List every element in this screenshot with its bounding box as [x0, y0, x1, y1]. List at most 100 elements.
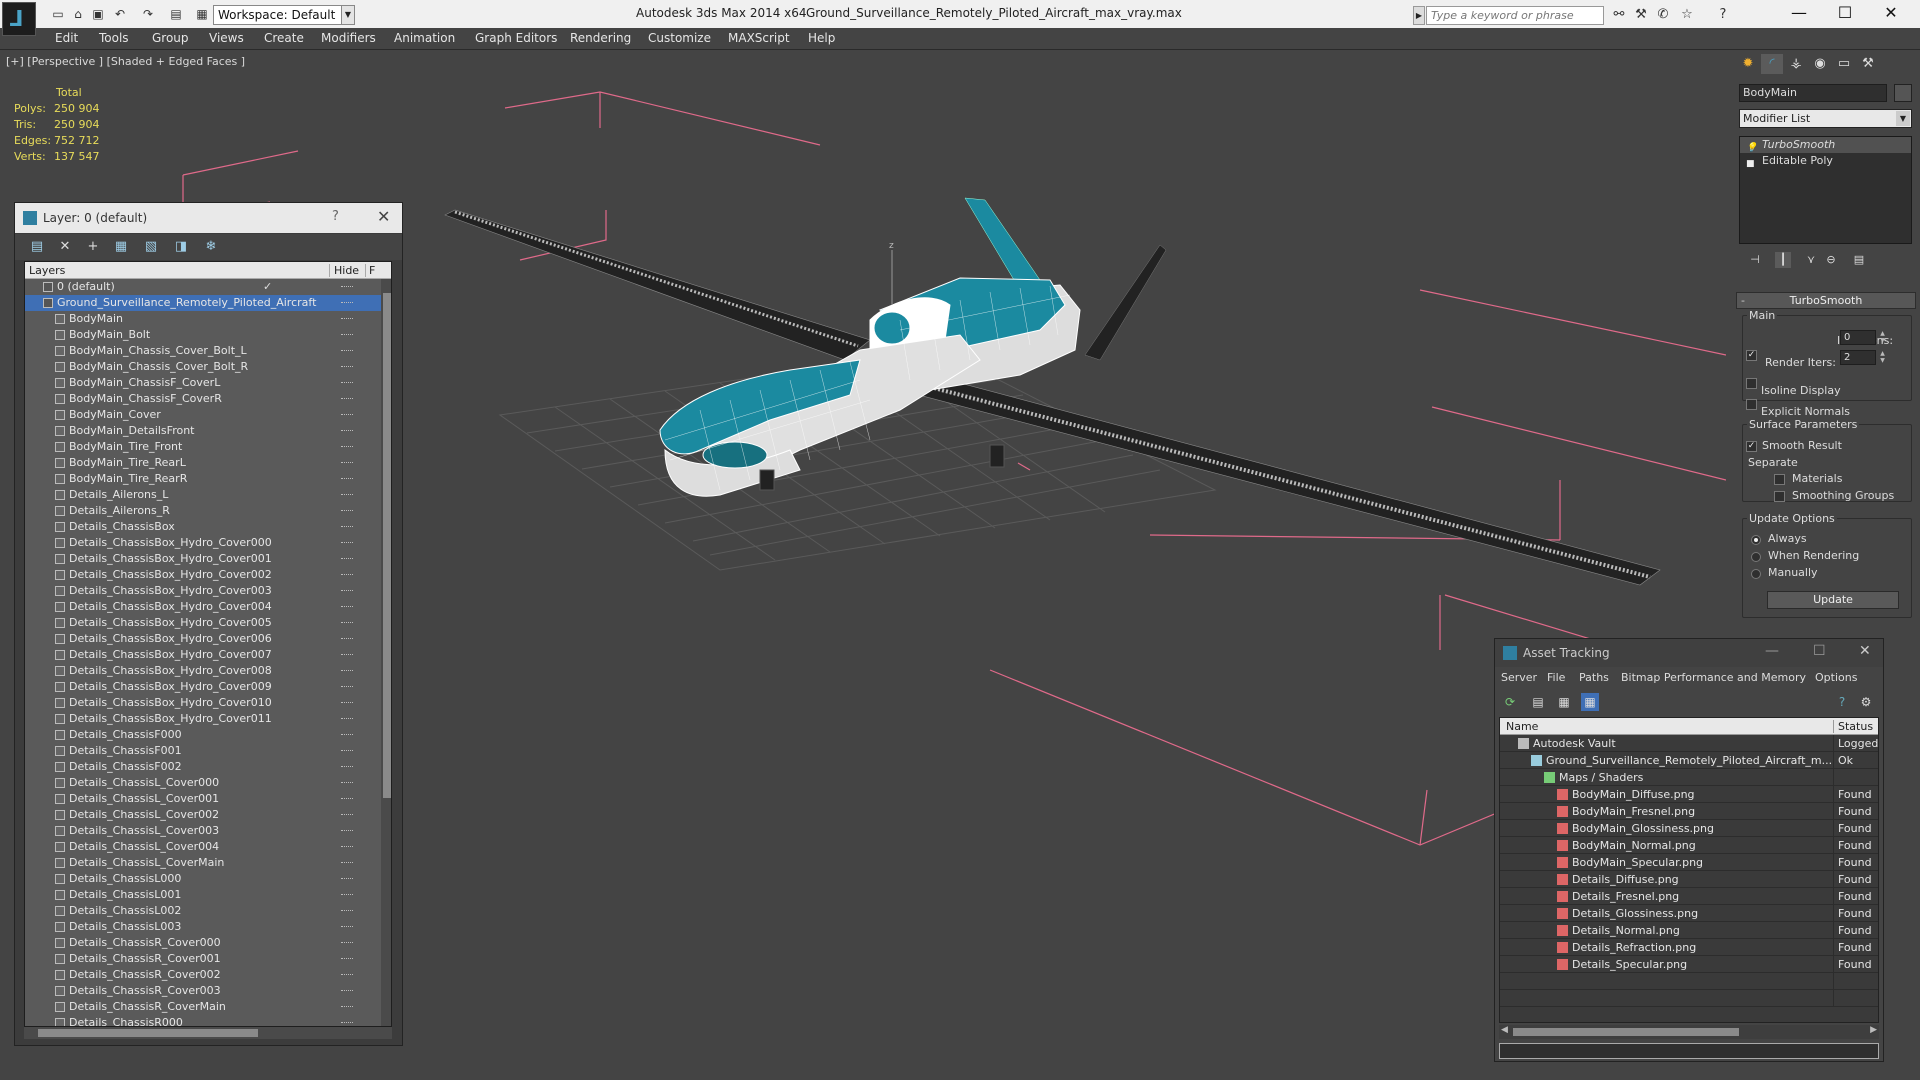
redo-icon[interactable]: ↷: [140, 6, 156, 22]
app-menu-button[interactable]: ⅃: [2, 2, 36, 36]
object-row[interactable]: Details_ChassisR000: [25, 1015, 381, 1026]
layer-window-titlebar[interactable]: Layer: 0 (default) ? ✕: [15, 203, 402, 233]
help-icon[interactable]: ?: [332, 209, 339, 224]
object-row[interactable]: Details_ChassisL000: [25, 871, 381, 887]
delete-layer-icon[interactable]: ✕: [57, 239, 73, 255]
smooth-result-checkbox[interactable]: ✓: [1746, 441, 1757, 452]
hide-toggle[interactable]: [341, 894, 353, 896]
remove-modifier-icon[interactable]: ⊖: [1823, 252, 1839, 268]
chevron-down-icon[interactable]: ▼: [341, 5, 355, 25]
create-tab-icon[interactable]: ✹: [1737, 54, 1759, 74]
hide-toggle[interactable]: [341, 398, 353, 400]
motion-tab-icon[interactable]: ◉: [1809, 54, 1831, 74]
maximize-button[interactable]: ☐: [1822, 0, 1868, 28]
column-name[interactable]: Name: [1506, 720, 1538, 733]
hide-toggle[interactable]: [341, 734, 353, 736]
menu-views[interactable]: Views: [209, 31, 244, 45]
close-button[interactable]: ✕: [1868, 0, 1914, 28]
search-input[interactable]: Type a keyword or phrase: [1426, 6, 1604, 25]
hide-toggle[interactable]: [341, 574, 353, 576]
hide-toggle[interactable]: [341, 830, 353, 832]
hide-toggle[interactable]: [341, 510, 353, 512]
hide-toggle[interactable]: [341, 334, 353, 336]
hide-toggle[interactable]: [341, 1022, 353, 1024]
asset-row[interactable]: Ground_Surveillance_Remotely_Piloted_Air…: [1500, 752, 1878, 769]
project-folder-icon[interactable]: ▤: [168, 6, 184, 22]
object-row[interactable]: Details_ChassisL003: [25, 919, 381, 935]
hide-toggle[interactable]: [341, 942, 353, 944]
object-row[interactable]: BodyMain_ChassisF_CoverR: [25, 391, 381, 407]
make-unique-icon[interactable]: ⋎: [1803, 252, 1819, 268]
hide-toggle[interactable]: [341, 766, 353, 768]
column-layers[interactable]: Layers: [29, 264, 65, 277]
render-iters-checkbox[interactable]: ✓: [1746, 350, 1757, 361]
show-end-result-icon[interactable]: ┃: [1775, 252, 1791, 268]
object-row[interactable]: Details_ChassisF002: [25, 759, 381, 775]
asset-row[interactable]: Details_Refraction.png Found: [1500, 939, 1878, 956]
object-row[interactable]: BodyMain_Tire_Front: [25, 439, 381, 455]
layer-row[interactable]: Ground_Surveillance_Remotely_Piloted_Air…: [25, 295, 381, 311]
asset-row[interactable]: BodyMain_Specular.png Found: [1500, 854, 1878, 871]
layer-row[interactable]: 0 (default) ✓: [25, 279, 381, 295]
hide-toggle[interactable]: [341, 846, 353, 848]
minimize-icon[interactable]: —: [1765, 643, 1779, 659]
object-row[interactable]: Details_ChassisBox_Hydro_Cover005: [25, 615, 381, 631]
asset-menu-server[interactable]: Server: [1501, 671, 1537, 684]
new-file-icon[interactable]: ▭: [50, 6, 66, 22]
refresh-icon[interactable]: ⟳: [1501, 693, 1519, 711]
object-row[interactable]: Details_ChassisL_Cover001: [25, 791, 381, 807]
table-view-icon[interactable]: ▦: [1555, 693, 1573, 711]
object-row[interactable]: BodyMain_Tire_RearL: [25, 455, 381, 471]
asset-row[interactable]: BodyMain_Fresnel.png Found: [1500, 803, 1878, 820]
modifier-list-dropdown[interactable]: Modifier List ▼: [1739, 109, 1912, 128]
rollout-header[interactable]: - TurboSmooth: [1736, 292, 1916, 309]
column-freeze[interactable]: F: [365, 264, 375, 277]
configure-sets-icon[interactable]: ▤: [1851, 252, 1867, 268]
hide-toggle[interactable]: [341, 926, 353, 928]
hide-toggle[interactable]: [341, 878, 353, 880]
object-row[interactable]: Details_ChassisR_CoverMain: [25, 999, 381, 1015]
hide-toggle[interactable]: [341, 414, 353, 416]
hide-all-icon[interactable]: ◨: [173, 239, 189, 255]
menu-maxscript[interactable]: MAXScript: [728, 31, 790, 45]
menu-customize[interactable]: Customize: [648, 31, 711, 45]
asset-row[interactable]: Maps / Shaders: [1500, 769, 1878, 786]
open-file-icon[interactable]: ⌂: [70, 6, 86, 22]
hide-toggle[interactable]: [341, 862, 353, 864]
object-name-field[interactable]: BodyMain: [1739, 84, 1887, 102]
asset-row[interactable]: Details_Specular.png Found: [1500, 956, 1878, 973]
object-row[interactable]: BodyMain_Chassis_Cover_Bolt_L: [25, 343, 381, 359]
object-row[interactable]: Details_ChassisL_Cover002: [25, 807, 381, 823]
hierarchy-tab-icon[interactable]: ⚶: [1785, 54, 1807, 74]
object-row[interactable]: Details_ChassisBox_Hydro_Cover004: [25, 599, 381, 615]
communication-icon[interactable]: ✆: [1654, 6, 1672, 24]
hide-toggle[interactable]: [341, 318, 353, 320]
object-row[interactable]: Details_ChassisBox_Hydro_Cover010: [25, 695, 381, 711]
stack-item-editable-poly[interactable]: ■ Editable Poly: [1740, 153, 1911, 169]
hide-toggle[interactable]: [341, 670, 353, 672]
asset-row[interactable]: Details_Glossiness.png Found: [1500, 905, 1878, 922]
object-row[interactable]: Details_ChassisR_Cover003: [25, 983, 381, 999]
spinner-arrows-icon[interactable]: ▲ ▼: [1878, 350, 1887, 365]
scrollbar-thumb[interactable]: [38, 1029, 258, 1037]
menu-modifiers[interactable]: Modifiers: [321, 31, 376, 45]
iterations-spinner[interactable]: 0: [1840, 330, 1876, 345]
hide-toggle[interactable]: [341, 558, 353, 560]
object-row[interactable]: Details_ChassisBox_Hydro_Cover011: [25, 711, 381, 727]
vertical-scrollbar[interactable]: [381, 279, 391, 1026]
menu-graph-editors[interactable]: Graph Editors: [475, 31, 557, 45]
object-row[interactable]: Details_ChassisBox: [25, 519, 381, 535]
create-layer-icon[interactable]: ▤: [29, 239, 45, 255]
object-row[interactable]: Details_ChassisF000: [25, 727, 381, 743]
asset-row[interactable]: BodyMain_Diffuse.png Found: [1500, 786, 1878, 803]
materials-checkbox[interactable]: [1774, 474, 1785, 485]
hide-toggle[interactable]: [341, 606, 353, 608]
object-row[interactable]: BodyMain_Bolt: [25, 327, 381, 343]
add-to-layer-icon[interactable]: +: [85, 239, 101, 255]
hide-toggle[interactable]: [341, 750, 353, 752]
asset-window-titlebar[interactable]: Asset Tracking — ☐ ✕: [1495, 639, 1883, 667]
minimize-button[interactable]: —: [1776, 0, 1822, 28]
hide-toggle[interactable]: [341, 478, 353, 480]
object-row[interactable]: Details_ChassisF001: [25, 743, 381, 759]
smoothing-groups-checkbox[interactable]: [1774, 491, 1785, 502]
